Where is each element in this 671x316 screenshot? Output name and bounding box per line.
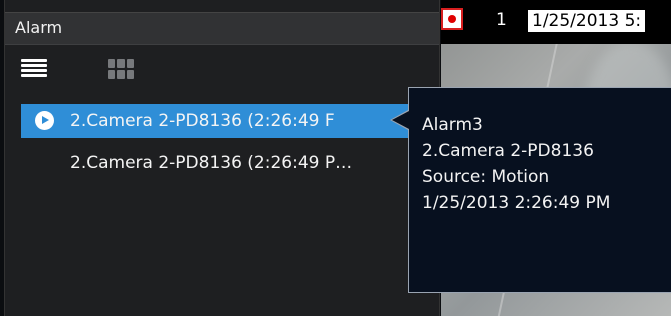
panel-title: Alarm xyxy=(15,18,63,37)
channel-number: 1 xyxy=(496,10,507,30)
panel-header: Alarm xyxy=(5,12,439,45)
list-view-icon[interactable] xyxy=(21,59,47,79)
alarm-item-label: 2.Camera 2-PD8136 (2:26:49 P… xyxy=(70,153,353,173)
play-icon[interactable] xyxy=(35,111,54,130)
alarm-list-item[interactable]: 2.Camera 2-PD8136 (2:26:49 F xyxy=(21,104,441,138)
tooltip-camera: 2.Camera 2-PD8136 xyxy=(422,141,594,161)
alarm-tooltip: Alarm3 2.Camera 2-PD8136 Source: Motion … xyxy=(408,87,671,293)
video-timestamp: 1/25/2013 5: xyxy=(528,10,646,32)
grid-view-icon[interactable] xyxy=(108,59,134,79)
tooltip-source: Source: Motion xyxy=(422,167,550,187)
tooltip-pointer-fill xyxy=(392,111,409,129)
alarm-panel: Alarm 2.Camera 2-PD8136 (2:26:49 F 2.Cam… xyxy=(4,0,441,316)
alarm-list-item[interactable]: 2.Camera 2-PD8136 (2:26:49 P… xyxy=(21,146,441,180)
tooltip-alarm-name: Alarm3 xyxy=(422,115,483,135)
video-info-bar: 1 1/25/2013 5: xyxy=(441,0,671,44)
alarm-item-label: 2.Camera 2-PD8136 (2:26:49 F xyxy=(70,111,335,131)
tooltip-datetime: 1/25/2013 2:26:49 PM xyxy=(422,193,611,213)
recording-icon xyxy=(441,8,463,30)
